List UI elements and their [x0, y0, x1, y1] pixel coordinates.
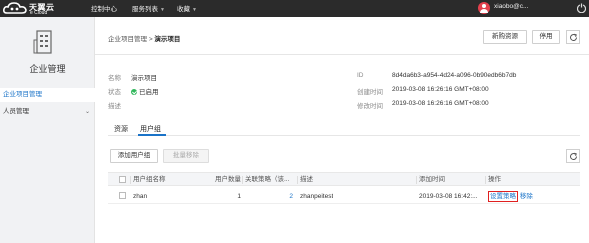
user-count: 1	[237, 193, 241, 200]
sidebar-title: 企业管理	[29, 64, 66, 74]
modified-time-value: 2019-03-08 16:26:16 GMT+08:00	[392, 100, 489, 107]
column-separator	[297, 176, 298, 184]
user-name: xiaobo@c...	[494, 3, 529, 10]
group-name: zhan	[133, 193, 148, 200]
breadcrumb-current: 演示项目	[154, 36, 181, 43]
logo-text-en: e Cloud	[30, 10, 48, 16]
modified-time-label: 修改时间	[357, 103, 383, 110]
column-header-user-count[interactable]: 用户数量	[215, 173, 241, 187]
row-checkbox[interactable]	[119, 192, 126, 199]
select-all-checkbox[interactable]	[119, 176, 126, 183]
row-actions: 设置策略 移除	[488, 190, 533, 204]
group-description: zhanpeitest	[300, 193, 334, 200]
chevron-down-icon: ⌄	[84, 109, 90, 115]
tab-user-groups[interactable]: 用户组	[140, 124, 161, 134]
table-refresh-button[interactable]	[566, 149, 580, 163]
column-header-description[interactable]: 描述	[300, 173, 313, 187]
column-header-added-time[interactable]: 添加时间	[419, 173, 445, 187]
ecloud-logo[interactable]: 天翼云 e Cloud	[3, 1, 69, 16]
column-separator	[242, 176, 243, 184]
column-header-actions: 操作	[488, 176, 501, 183]
nav-label: 控制中心	[91, 6, 117, 13]
logout-icon[interactable]	[577, 3, 586, 13]
status-value: 已启用	[139, 89, 159, 96]
column-separator	[416, 176, 417, 184]
caret-down-icon: ▼	[160, 7, 165, 13]
description-label: 描述	[108, 103, 121, 110]
table-row: zhan 1 2 zhanpeitest 2019-03-08 16:42:..…	[108, 189, 580, 204]
breadcrumb-separator: >	[148, 36, 153, 43]
tab-resources[interactable]: 资源	[114, 124, 128, 134]
refresh-icon	[570, 152, 578, 160]
nav-service-list[interactable]: 服务列表 ▼	[132, 3, 165, 13]
active-tab-indicator	[138, 134, 166, 136]
top-bar: 天翼云 e Cloud 控制中心 服务列表 ▼ 收藏 ▼ xiaobo@c...	[0, 0, 589, 17]
column-separator	[485, 176, 486, 184]
name-label: 名称	[108, 75, 121, 82]
created-time-label: 创建时间	[357, 89, 383, 96]
name-value: 演示项目	[131, 75, 157, 82]
sidebar-item-label: 企业项目管理	[3, 91, 42, 98]
refresh-icon	[570, 33, 578, 41]
caret-down-icon: ▼	[192, 7, 197, 13]
table-header: 用户组名称 用户数量 关联策略（该... 描述 添加时间 操作	[108, 172, 580, 186]
nav-favorites[interactable]: 收藏 ▼	[177, 3, 197, 13]
column-separator	[130, 176, 131, 184]
cloud-logo-icon	[3, 2, 27, 14]
column-header-name[interactable]: 用户组名称	[133, 173, 166, 187]
header-divider	[95, 54, 589, 55]
add-user-group-button[interactable]: 添加用户组	[110, 149, 158, 163]
added-time: 2019-03-08 16:42:...	[419, 193, 478, 200]
set-policy-link[interactable]: 设置策略	[488, 191, 518, 202]
id-value: 8d4da6b3-a954-4d24-a096-0b90edb6b7db	[392, 72, 517, 79]
remove-link[interactable]: 移除	[520, 193, 533, 200]
add-resource-button[interactable]: 新购资源	[483, 30, 527, 44]
batch-remove-button[interactable]: 批量移除	[163, 149, 209, 163]
policy-count-link[interactable]: 2	[245, 190, 293, 204]
refresh-button[interactable]	[566, 30, 580, 44]
avatar	[478, 2, 490, 14]
column-header-policy[interactable]: 关联策略（该...	[245, 173, 295, 187]
sidebar-item-enterprise-projects[interactable]: 企业项目管理	[0, 88, 95, 102]
breadcrumb: 企业项目管理 > 演示项目	[108, 33, 180, 43]
tabs-divider	[108, 135, 580, 136]
sidebar-item-personnel[interactable]: 人员管理 ⌄	[0, 105, 95, 119]
sidebar-item-label: 人员管理	[3, 108, 29, 115]
created-time-value: 2019-03-08 16:26:16 GMT+08:00	[392, 86, 489, 93]
status-label: 状态	[108, 89, 121, 96]
disable-button[interactable]: 停用	[532, 30, 560, 44]
building-icon	[33, 30, 52, 54]
sidebar: 企业管理 企业项目管理 人员管理 ⌄	[0, 17, 95, 243]
breadcrumb-parent[interactable]: 企业项目管理	[108, 36, 147, 43]
nav-control-center[interactable]: 控制中心	[91, 3, 117, 13]
nav-label: 收藏	[177, 6, 190, 13]
check-circle-icon	[131, 89, 137, 95]
id-label: ID	[357, 72, 364, 79]
nav-label: 服务列表	[132, 6, 158, 13]
status-badge: 已启用	[131, 86, 159, 96]
